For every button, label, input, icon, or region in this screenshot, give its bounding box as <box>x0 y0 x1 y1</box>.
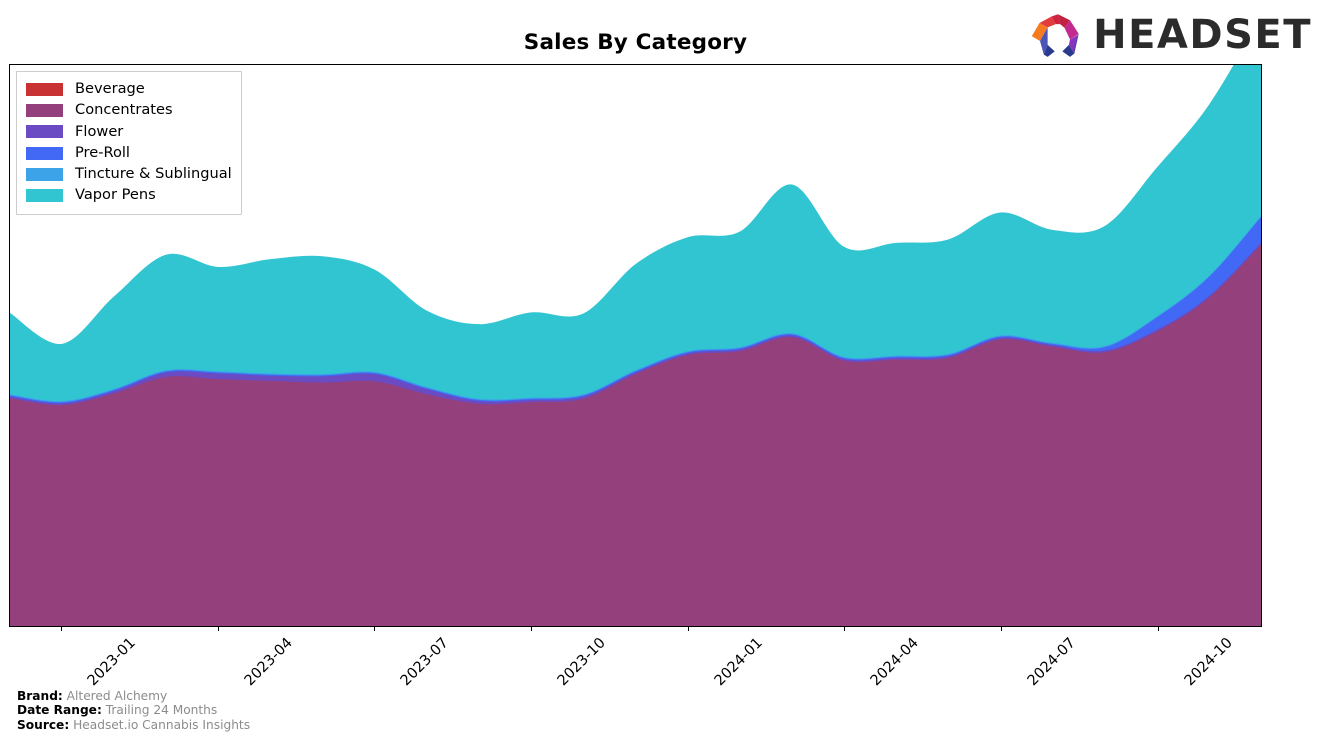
x-axis-tick-mark <box>1000 627 1002 631</box>
chart-legend: Beverage Concentrates Flower Pre-Roll Tinctu… <box>16 71 242 216</box>
legend-color-swatch <box>26 167 63 181</box>
legend-item-label: Beverage <box>75 80 145 98</box>
footer-value: Trailing 24 Months <box>101 703 218 718</box>
x-axis-tick-label: 2023-01 <box>84 635 140 690</box>
x-axis-tick-mark <box>1157 627 1159 631</box>
headset-hexagon-logo-icon <box>1031 14 1079 57</box>
x-axis-tick-label: 2024-04 <box>868 635 923 690</box>
footer-row: Date Range: Trailing 24 Months <box>17 703 250 717</box>
x-axis-tick-mark <box>217 627 219 631</box>
legend-color-swatch <box>26 104 63 118</box>
chart-footer-metadata: Brand: Altered Alchemy Date Range: Traili… <box>17 689 250 732</box>
legend-item: Tincture & Sublingual <box>26 164 232 185</box>
footer-key: Source: <box>17 717 70 732</box>
x-axis-tick-label: 2023-04 <box>241 635 296 690</box>
x-axis-tick-mark <box>374 627 376 631</box>
legend-color-swatch <box>26 83 63 97</box>
x-axis-tick-mark <box>531 627 533 631</box>
legend-item: Pre-Roll <box>26 143 232 164</box>
headset-wordmark: HEADSET <box>1093 12 1312 58</box>
footer-key: Brand: <box>17 689 63 703</box>
x-axis-tick-label: 2024-10 <box>1181 635 1236 690</box>
legend-item-label: Vapor Pens <box>75 186 156 204</box>
legend-item-label: Concentrates <box>75 101 173 119</box>
x-axis: 2023-01 2023-04 2023-07 2023-10 2024-01 2024-… <box>9 627 1262 690</box>
legend-item: Concentrates <box>26 100 232 121</box>
footer-row: Brand: Altered Alchemy <box>17 689 250 703</box>
legend-item-label: Pre-Roll <box>75 143 130 161</box>
legend-color-swatch <box>26 189 63 203</box>
footer-row: Source: Headset.io Cannabis Insights <box>17 718 250 732</box>
legend-color-swatch <box>26 146 63 160</box>
x-axis-tick-mark <box>844 627 846 631</box>
headset-brand-logo: HEADSET <box>1029 11 1312 59</box>
legend-item-label: Flower <box>75 122 124 140</box>
footer-value: Altered Alchemy <box>62 689 168 703</box>
x-axis-tick-label: 2023-10 <box>554 635 609 690</box>
footer-value: Headset.io Cannabis Insights <box>69 717 251 732</box>
x-axis-tick-label: 2024-07 <box>1024 635 1079 690</box>
footer-key: Date Range: <box>17 703 102 718</box>
chart-header: Sales By Category HEADSET <box>0 0 1324 64</box>
x-axis-tick-mark <box>687 627 689 631</box>
legend-item-label: Tincture & Sublingual <box>75 165 232 183</box>
legend-color-swatch <box>26 125 63 139</box>
legend-item: Vapor Pens <box>26 185 232 206</box>
legend-item: Beverage <box>26 79 232 100</box>
x-axis-tick-label: 2024-01 <box>711 635 766 690</box>
x-axis-tick-mark <box>61 627 63 631</box>
x-axis-tick-label: 2023-07 <box>398 635 453 690</box>
legend-item: Flower <box>26 121 232 142</box>
